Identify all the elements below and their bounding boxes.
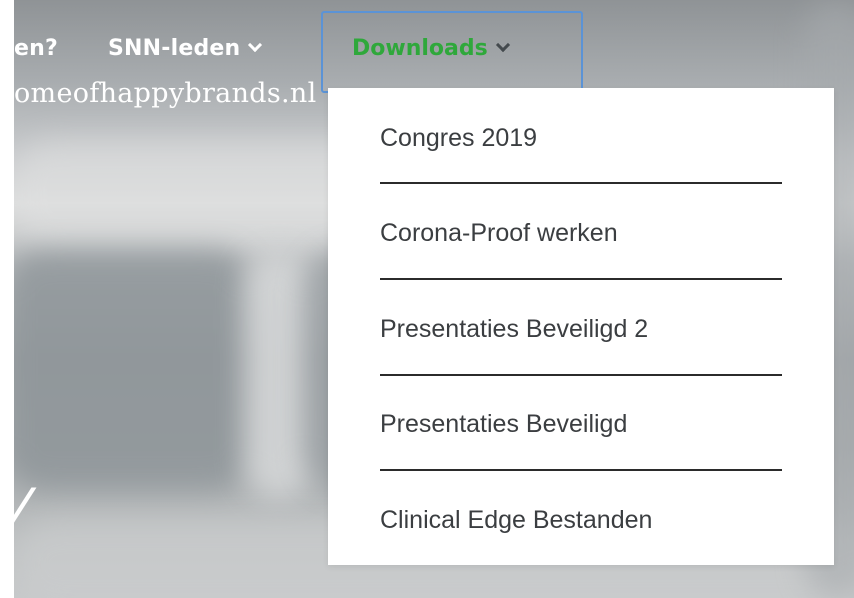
- menu-item-corona-proof-werken[interactable]: Corona-Proof werken: [380, 219, 782, 248]
- nav-item-snn-leden[interactable]: SNN-leden: [108, 36, 263, 61]
- nav-item-label: SNN-leden: [108, 36, 241, 61]
- downloads-dropdown-menu: Congres 2019 Corona-Proof werken Present…: [328, 88, 834, 565]
- menu-divider: [380, 374, 782, 376]
- chevron-down-icon: [495, 37, 510, 53]
- menu-item-presentaties-beveiligd[interactable]: Presentaties Beveiligd: [380, 410, 782, 439]
- nav-item-label: en?: [14, 36, 58, 61]
- menu-item-clinical-edge-bestanden[interactable]: Clinical Edge Bestanden: [380, 506, 782, 535]
- menu-item-congres-2019[interactable]: Congres 2019: [380, 124, 782, 153]
- hero-blur-window: [14, 250, 254, 490]
- menu-divider: [380, 278, 782, 280]
- nav-item-partial[interactable]: en?: [14, 36, 58, 61]
- menu-item-presentaties-beveiligd-2[interactable]: Presentaties Beveiligd 2: [380, 315, 782, 344]
- menu-divider: [380, 469, 782, 471]
- page: omeofhappybrands.nl / en? SNN-leden Down…: [0, 0, 854, 598]
- chevron-down-icon: [248, 37, 263, 53]
- nav-item-downloads[interactable]: Downloads: [352, 36, 510, 61]
- nav-item-label: Downloads: [352, 36, 488, 61]
- menu-divider: [380, 182, 782, 184]
